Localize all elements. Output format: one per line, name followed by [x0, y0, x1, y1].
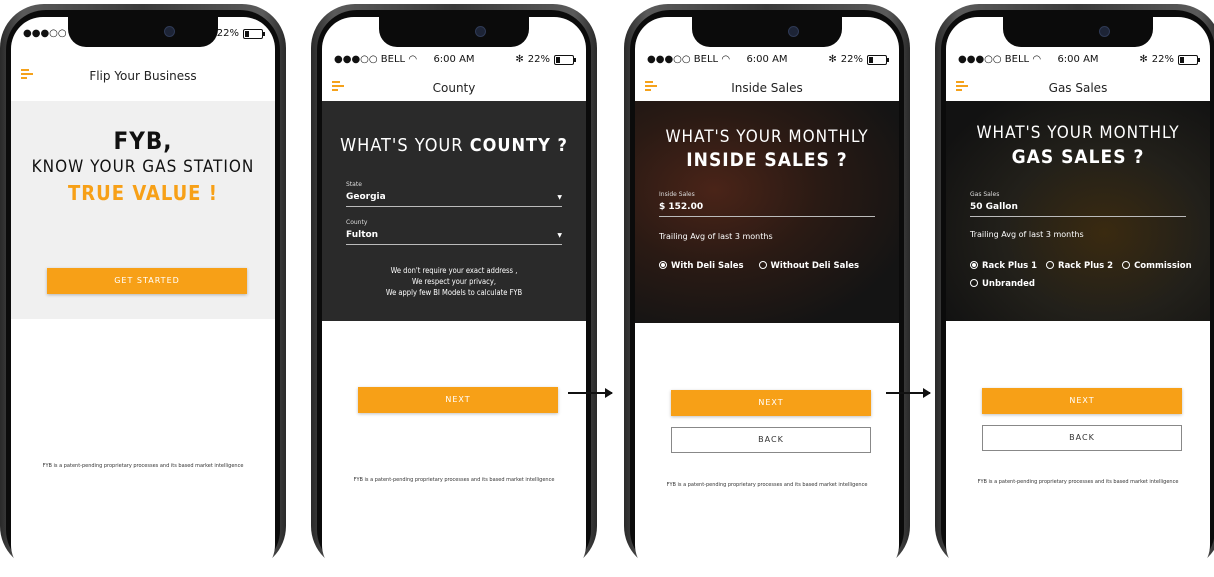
- trailing-note: Trailing Avg of last 3 months: [659, 232, 773, 241]
- bluetooth-icon: ✻: [515, 54, 524, 65]
- hero-form-panel: WHAT'S YOUR COUNTY ? State Georgia ▼ Coun…: [322, 101, 586, 321]
- battery-icon: [1178, 54, 1200, 65]
- radio-unbranded[interactable]: Unbranded: [970, 278, 1035, 289]
- battery-status: ✻22%: [828, 54, 889, 65]
- chevron-down-icon: ▼: [557, 194, 562, 201]
- footer-note: FYB is a patent-pending proprietary proc…: [977, 479, 1179, 485]
- flow-arrow-1: [568, 388, 613, 398]
- battery-icon: [867, 54, 889, 65]
- page-title: Flip Your Business: [89, 69, 197, 83]
- next-button[interactable]: NEXT: [358, 387, 558, 413]
- privacy-note-3: We apply few BI Models to calculate FYB: [385, 288, 523, 297]
- bluetooth-icon: ✻: [1139, 54, 1148, 65]
- bluetooth-icon: ✻: [828, 54, 837, 65]
- status-bar: ●●●○○ BELL ◠ 6:00 AM ✻ 22%: [322, 43, 586, 77]
- footer-note: FYB is a patent-pending proprietary proc…: [353, 477, 555, 483]
- camera-icon: [1099, 26, 1110, 37]
- pricing-radio-group-2: Unbranded: [970, 278, 1200, 289]
- screen-get-started: ●●●○○ BELL ✻22% Flip Your Business FYB, …: [11, 17, 275, 577]
- next-button[interactable]: NEXT: [982, 388, 1182, 414]
- hero-line-2: KNOW YOUR GAS STATION: [31, 157, 255, 177]
- back-button[interactable]: BACK: [671, 427, 871, 453]
- state-select[interactable]: Georgia ▼: [346, 192, 562, 207]
- hero-form-panel: WHAT'S YOUR MONTHLY GAS SALES ? Gas Sale…: [946, 101, 1210, 321]
- phone-mockup-1: ●●●○○ BELL ✻22% Flip Your Business FYB, …: [0, 4, 286, 577]
- notch: [68, 17, 218, 47]
- heading: WHAT'S YOUR COUNTY ?: [340, 135, 568, 156]
- state-label: State: [346, 181, 362, 188]
- back-button[interactable]: BACK: [982, 425, 1182, 451]
- camera-icon: [164, 26, 175, 37]
- radio-empty-icon: [970, 278, 978, 287]
- get-started-button[interactable]: GET STARTED: [47, 268, 247, 294]
- radio-rack-plus-1[interactable]: Rack Plus 1: [970, 260, 1037, 271]
- chevron-down-icon: ▼: [557, 232, 562, 239]
- page-title: Gas Sales: [1048, 81, 1108, 95]
- heading-line-1: WHAT'S YOUR MONTHLY: [665, 127, 869, 147]
- battery-icon: [554, 54, 576, 65]
- deli-radio-group: With Deli Sales Without Deli Sales: [659, 260, 889, 271]
- hero-line-1: FYB,: [113, 127, 173, 155]
- footer-note: FYB is a patent-pending proprietary proc…: [42, 463, 244, 469]
- county-label: County: [346, 219, 368, 226]
- next-button[interactable]: NEXT: [671, 390, 871, 416]
- status-bar: ●●●○○ BELL ◠ 6:00 AM ✻ 22%: [635, 43, 899, 77]
- radio-without-deli[interactable]: Without Deli Sales: [758, 260, 859, 271]
- radio-selected-icon: [970, 260, 978, 269]
- radio-rack-plus-2[interactable]: Rack Plus 2: [1046, 260, 1113, 271]
- gas-sales-label: Gas Sales: [970, 191, 1000, 198]
- camera-icon: [788, 26, 799, 37]
- pricing-radio-group: Rack Plus 1 Rack Plus 2 Commission: [970, 260, 1206, 271]
- radio-commission[interactable]: Commission: [1122, 260, 1192, 271]
- privacy-note-1: We don't require your exact address ,: [390, 266, 518, 275]
- hero-form-panel: WHAT'S YOUR MONTHLY INSIDE SALES ? Insid…: [635, 101, 899, 323]
- county-select[interactable]: Fulton ▼: [346, 230, 562, 245]
- screen-inside-sales: ●●●○○ BELL ◠ 6:00 AM ✻ 22% Inside Sales W…: [635, 17, 899, 577]
- battery-icon: [243, 28, 265, 39]
- heading-line-1: WHAT'S YOUR MONTHLY: [976, 123, 1180, 143]
- radio-with-deli[interactable]: With Deli Sales: [659, 260, 744, 271]
- notch: [1003, 17, 1153, 47]
- phone-mockup-3: ●●●○○ BELL ◠ 6:00 AM ✻ 22% Inside Sales W…: [624, 4, 910, 577]
- notch: [379, 17, 529, 47]
- hero-line-3: TRUE VALUE !: [68, 181, 218, 205]
- footer-note: FYB is a patent-pending proprietary proc…: [666, 482, 868, 488]
- screen-gas-sales: ●●●○○ BELL ◠ 6:00 AM ✻ 22% Gas Sales WHAT…: [946, 17, 1210, 577]
- battery-status: ✻22%: [1139, 54, 1200, 65]
- notch: [692, 17, 842, 47]
- radio-empty-icon: [1122, 260, 1131, 269]
- heading-line-2: INSIDE SALES ?: [686, 149, 848, 171]
- battery-label: 22%: [216, 28, 239, 39]
- radio-empty-icon: [1046, 260, 1055, 269]
- battery-label: 22%: [840, 54, 863, 65]
- flow-arrow-2: [886, 388, 931, 398]
- page-title: Inside Sales: [731, 81, 803, 95]
- phone-mockup-2: ●●●○○ BELL ◠ 6:00 AM ✻ 22% County WHAT'S …: [311, 4, 597, 577]
- radio-empty-icon: [758, 260, 767, 269]
- battery-label: 22%: [1151, 54, 1174, 65]
- screen-county: ●●●○○ BELL ◠ 6:00 AM ✻ 22% County WHAT'S …: [322, 17, 586, 577]
- camera-icon: [475, 26, 486, 37]
- battery-label: 22%: [527, 54, 550, 65]
- inside-sales-label: Inside Sales: [659, 191, 695, 198]
- privacy-note-2: We respect your privacy,: [412, 277, 496, 286]
- radio-selected-icon: [659, 260, 667, 269]
- heading-line-2: GAS SALES ?: [1011, 146, 1145, 168]
- top-bar: Flip Your Business: [11, 61, 275, 105]
- status-bar: ●●●○○ BELL ◠ 6:00 AM ✻ 22%: [946, 43, 1210, 77]
- gas-sales-input[interactable]: 50 Gallon: [970, 202, 1186, 217]
- inside-sales-input[interactable]: $ 152.00: [659, 202, 875, 217]
- trailing-note: Trailing Avg of last 3 months: [970, 230, 1084, 239]
- page-title: County: [432, 81, 476, 95]
- phone-mockup-4: ●●●○○ BELL ◠ 6:00 AM ✻ 22% Gas Sales WHAT…: [935, 4, 1214, 577]
- battery-status: ✻22%: [515, 54, 576, 65]
